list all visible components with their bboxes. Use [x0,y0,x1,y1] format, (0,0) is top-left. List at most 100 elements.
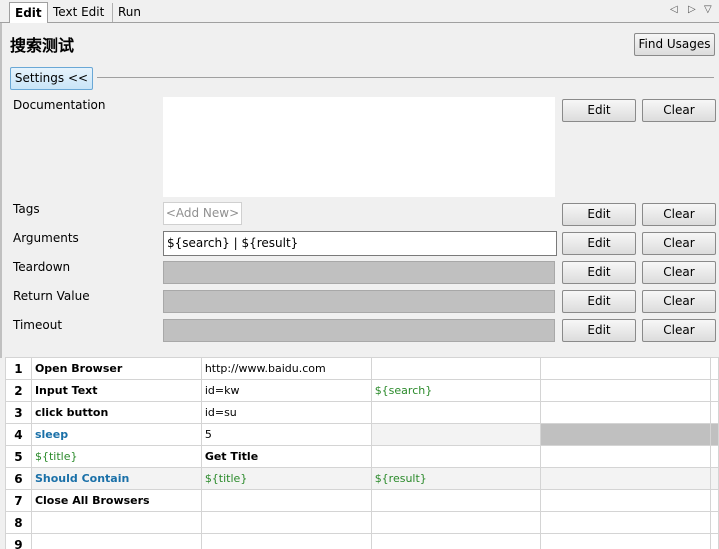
grid-cell[interactable]: http://www.baidu.com [200,357,372,380]
row-number[interactable]: 3 [5,401,32,424]
grid-cell[interactable]: sleep [30,423,202,446]
table-row: 6 Should Contain ${title} ${result} [5,467,719,490]
row-number[interactable]: 6 [5,467,32,490]
table-row: 2 Input Text id=kw ${search} [5,379,719,402]
arguments-field[interactable]: ${search} | ${result} [163,231,557,256]
table-row: 9 [5,533,719,549]
documentation-label: Documentation [13,98,106,112]
tab-list-icon[interactable]: ▽ [704,4,712,15]
grid-cell[interactable] [709,489,719,512]
grid-cell[interactable] [370,401,542,424]
grid-cell[interactable] [540,357,711,380]
table-row: 1 Open Browser http://www.baidu.com [5,357,719,380]
grid-cell[interactable] [30,511,202,534]
documentation-edit-button[interactable]: Edit [562,99,636,122]
row-number[interactable]: 8 [5,511,32,534]
grid-cell[interactable]: ${result} [370,467,542,490]
tab-text-edit[interactable]: Text Edit [48,3,109,22]
settings-toggle-button[interactable]: Settings << [10,67,93,90]
grid-cell[interactable]: ${title} [30,445,202,468]
grid-cell[interactable] [709,467,719,490]
table-row: 7 Close All Browsers [5,489,719,512]
grid-cell[interactable] [370,445,542,468]
timeout-field[interactable] [163,319,555,342]
return-value-field[interactable] [163,290,555,313]
steps-table: 1 Open Browser http://www.baidu.com 2 In… [5,357,719,549]
row-number[interactable]: 9 [5,533,32,549]
table-row: 5 ${title} Get Title [5,445,719,468]
tab-scroll-left-icon[interactable]: ◁ [670,4,678,15]
grid-cell[interactable] [200,511,372,534]
grid-cell[interactable] [540,511,711,534]
grid-cell[interactable] [370,533,542,549]
teardown-field[interactable] [163,261,555,284]
grid-cell[interactable] [709,423,719,446]
arguments-clear-button[interactable]: Clear [642,232,716,255]
grid-cell[interactable] [540,467,711,490]
grid-cell[interactable] [709,357,719,380]
table-row: 3 click button id=su [5,401,719,424]
tags-clear-button[interactable]: Clear [642,203,716,226]
teardown-edit-button[interactable]: Edit [562,261,636,284]
grid-cell[interactable] [370,511,542,534]
grid-cell[interactable]: ${title} [200,467,372,490]
grid-cell[interactable] [30,533,202,549]
tab-run[interactable]: Run [112,3,146,22]
teardown-clear-button[interactable]: Clear [642,261,716,284]
grid-cell[interactable] [370,357,542,380]
row-number[interactable]: 5 [5,445,32,468]
documentation-clear-button[interactable]: Clear [642,99,716,122]
grid-cell[interactable] [370,423,542,446]
grid-cell[interactable] [200,489,372,512]
timeout-label: Timeout [13,318,63,332]
grid-cell[interactable]: 5 [200,423,372,446]
grid-cell[interactable]: click button [30,401,202,424]
grid-cell[interactable] [540,379,711,402]
return-value-clear-button[interactable]: Clear [642,290,716,313]
documentation-field[interactable] [163,97,555,197]
grid-cell[interactable]: Get Title [200,445,372,468]
find-usages-button[interactable]: Find Usages [634,33,715,56]
grid-cell[interactable]: Open Browser [30,357,202,380]
grid-cell[interactable] [540,445,711,468]
row-number[interactable]: 7 [5,489,32,512]
grid-cell[interactable] [709,379,719,402]
grid-cell[interactable] [709,511,719,534]
page-title: 搜索测试 [10,36,75,55]
tab-bar: Edit Text Edit Run ◁ ▷ ▽ [0,0,719,24]
tags-add-new-input[interactable]: <Add New> [163,202,242,225]
timeout-clear-button[interactable]: Clear [642,319,716,342]
grid-cell[interactable] [709,533,719,549]
table-row: 4 sleep 5 [5,423,719,446]
grid-cell[interactable] [370,489,542,512]
tags-label: Tags [13,202,40,216]
grid-cell[interactable]: id=su [200,401,372,424]
arguments-edit-button[interactable]: Edit [562,232,636,255]
grid-cell[interactable] [540,489,711,512]
grid-cell[interactable]: Close All Browsers [30,489,202,512]
arguments-label: Arguments [13,231,79,245]
tab-edit[interactable]: Edit [9,2,48,24]
teardown-label: Teardown [13,260,71,274]
grid-cell[interactable] [709,445,719,468]
row-number[interactable]: 2 [5,379,32,402]
return-value-label: Return Value [13,289,90,303]
table-row: 8 [5,511,719,534]
grid-cell[interactable]: ${search} [370,379,542,402]
grid-cell[interactable]: Input Text [30,379,202,402]
steps-grid: 1 Open Browser http://www.baidu.com 2 In… [5,357,719,549]
row-number[interactable]: 4 [5,423,32,446]
timeout-edit-button[interactable]: Edit [562,319,636,342]
row-number[interactable]: 1 [5,357,32,380]
grid-cell[interactable] [709,401,719,424]
tags-edit-button[interactable]: Edit [562,203,636,226]
grid-cell[interactable]: id=kw [200,379,372,402]
grid-cell[interactable] [200,533,372,549]
settings-divider [97,77,714,78]
tab-scroll-right-icon[interactable]: ▷ [688,4,696,15]
grid-cell[interactable]: Should Contain [30,467,202,490]
grid-cell[interactable] [540,423,711,446]
grid-cell[interactable] [540,401,711,424]
return-value-edit-button[interactable]: Edit [562,290,636,313]
grid-cell[interactable] [540,533,711,549]
